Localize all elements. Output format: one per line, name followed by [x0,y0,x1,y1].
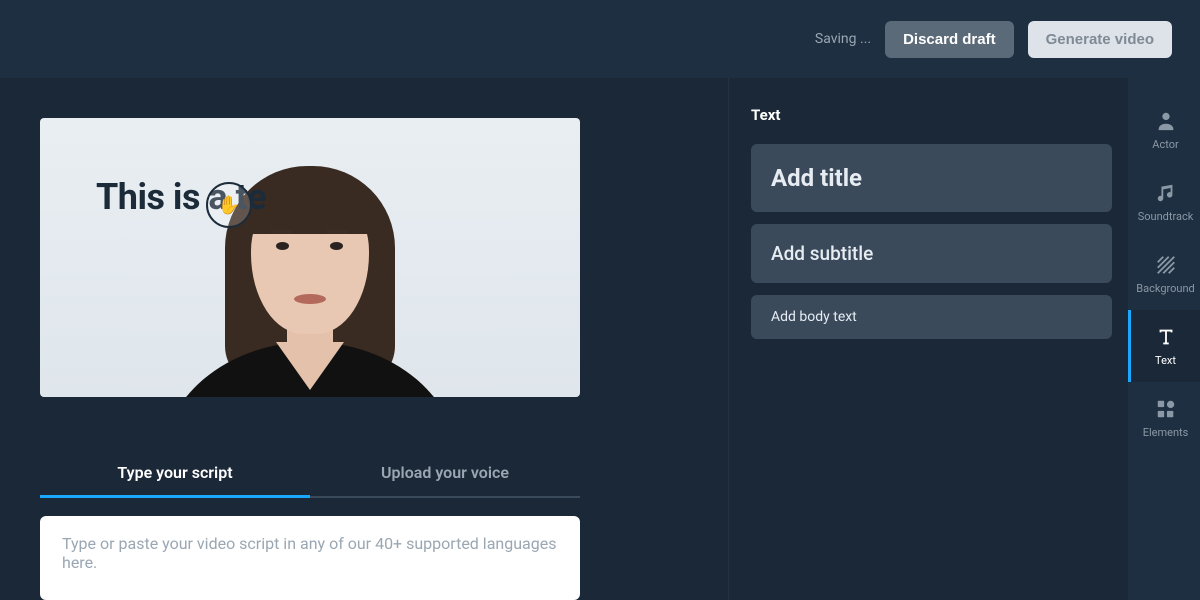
text-panel: Text Add title Add subtitle Add body tex… [728,78,1128,600]
grab-cursor-icon: ✋ [206,182,252,228]
add-body-text-button[interactable]: Add body text [751,295,1112,339]
main-workspace: This is a te ✋ Type your script Upload y… [0,78,1200,600]
texture-icon [1155,254,1177,276]
panel-heading: Text [751,106,1112,124]
tool-soundtrack[interactable]: Soundtrack [1128,166,1200,238]
person-icon [1155,110,1177,132]
saving-status: Saving ... [815,31,871,47]
add-subtitle-button[interactable]: Add subtitle [751,224,1112,283]
tool-background[interactable]: Background [1128,238,1200,310]
discard-draft-button[interactable]: Discard draft [885,21,1014,58]
generate-video-button[interactable]: Generate video [1028,21,1172,58]
script-textarea[interactable] [62,534,558,582]
tool-text[interactable]: Text [1128,310,1200,382]
tool-sidebar: Actor Soundtrack Background Text Element… [1128,78,1200,600]
add-title-button[interactable]: Add title [751,144,1112,212]
script-tabs: Type your script Upload your voice [40,451,580,498]
editor-column: This is a te ✋ Type your script Upload y… [0,78,728,600]
tool-label: Background [1136,282,1194,295]
tool-label: Elements [1143,426,1189,439]
tool-actor[interactable]: Actor [1128,94,1200,166]
video-canvas[interactable]: This is a te ✋ [40,118,580,397]
text-icon [1155,326,1177,348]
top-bar: Saving ... Discard draft Generate video [0,0,1200,78]
tool-label: Text [1155,354,1176,367]
tab-type-script[interactable]: Type your script [40,451,310,496]
music-note-icon [1155,182,1177,204]
tool-elements[interactable]: Elements [1128,382,1200,454]
tool-label: Actor [1152,138,1178,151]
shapes-icon [1155,398,1177,420]
script-input-container [40,516,580,600]
tool-label: Soundtrack [1138,210,1194,223]
tab-upload-voice[interactable]: Upload your voice [310,451,580,496]
